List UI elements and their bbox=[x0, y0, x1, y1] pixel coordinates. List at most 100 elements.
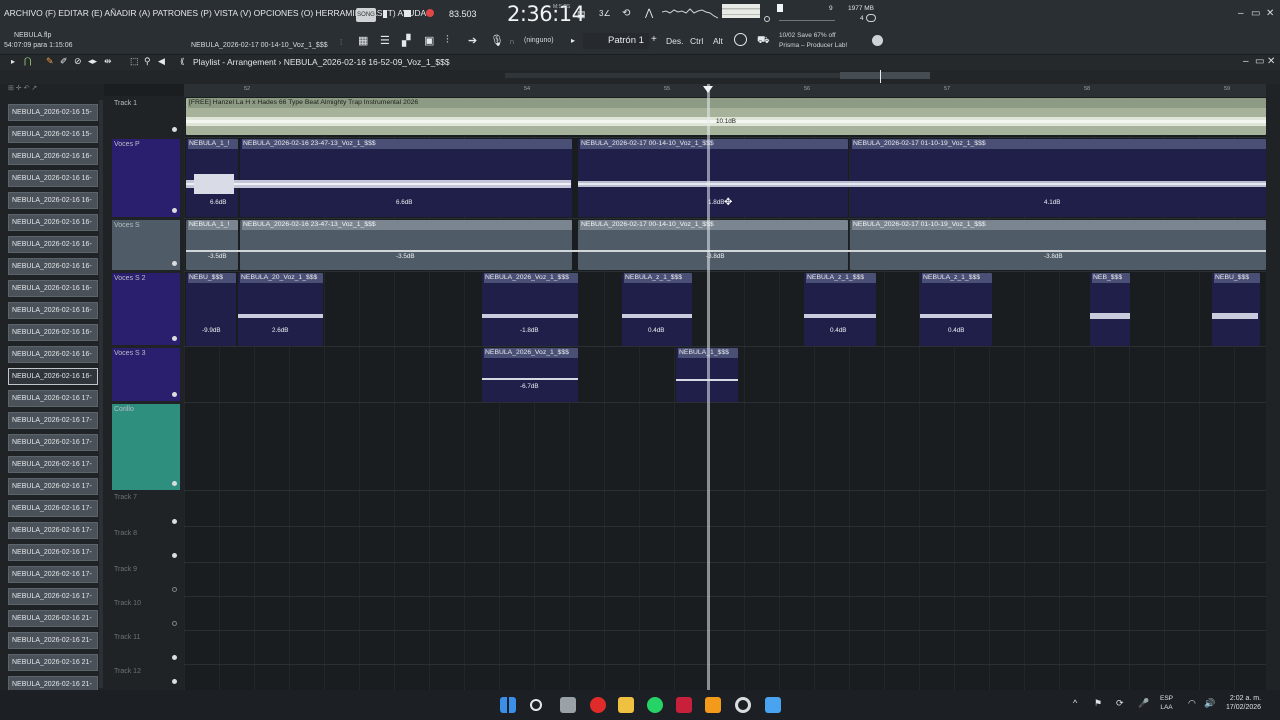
browser-item[interactable]: NEBULA_2026-02-16 16- bbox=[8, 302, 98, 319]
audio-clip-voces-s-1[interactable]: NEBULA_1_! -3.5dB bbox=[186, 220, 238, 270]
snap-icon[interactable]: 3∠ bbox=[599, 9, 611, 18]
browser-item[interactable]: NEBULA_2026-02-16 21- bbox=[8, 654, 98, 671]
tempo-display[interactable]: 83.503 bbox=[449, 9, 477, 19]
browser-icon[interactable]: ▣ bbox=[424, 34, 434, 47]
audio-clip-beat[interactable]: [FREE] Hanzel La H x Hades 66 Type Beat … bbox=[186, 98, 1266, 135]
browser-item[interactable]: NEBULA_2026-02-16 16- bbox=[8, 258, 98, 275]
arrow-right-icon[interactable]: ➔ bbox=[468, 34, 477, 47]
browser-item[interactable]: NEBULA_2026-02-16 16- bbox=[8, 280, 98, 297]
pl-arrow-icon[interactable]: ⟪ bbox=[180, 57, 184, 66]
audio-input-select[interactable]: (ninguno) bbox=[524, 37, 554, 44]
track-mute-dot[interactable] bbox=[172, 679, 177, 684]
stop-icon[interactable] bbox=[404, 10, 411, 17]
song-mode-badge[interactable]: SONG bbox=[356, 8, 376, 22]
track-mute-dot[interactable] bbox=[172, 261, 177, 266]
browser-scrollbar[interactable] bbox=[99, 100, 103, 688]
browser-item[interactable]: NEBULA_2026-02-16 16- bbox=[8, 236, 98, 253]
step-edit-icon[interactable]: ▤ bbox=[577, 9, 586, 20]
track-header[interactable]: Corillo bbox=[112, 404, 180, 490]
cart-icon[interactable]: ⛟ bbox=[757, 35, 770, 48]
undo-button[interactable]: Des. bbox=[666, 36, 683, 46]
channel-rack-icon[interactable]: ☰ bbox=[380, 34, 390, 47]
browser-item[interactable]: NEBULA_2026-02-16 16- bbox=[8, 192, 98, 209]
plugin-picker-icon[interactable] bbox=[734, 33, 747, 46]
delete-tool-icon[interactable]: ⊘ bbox=[74, 56, 82, 67]
task-view-icon[interactable] bbox=[560, 697, 576, 713]
notepad-icon[interactable] bbox=[765, 697, 781, 713]
browser-item[interactable]: NEBULA_2026-02-16 15- bbox=[8, 126, 98, 143]
browser-item[interactable]: NEBULA_2026-02-16 17- bbox=[8, 478, 98, 495]
track-mute-dot[interactable] bbox=[172, 519, 177, 524]
track-header[interactable]: Track 1 bbox=[112, 98, 180, 136]
tray-sync-icon[interactable]: ⟳ bbox=[1116, 698, 1124, 709]
loop-icon[interactable]: ⟲ bbox=[622, 8, 630, 19]
track-mute-dot[interactable] bbox=[172, 208, 177, 213]
microphone-icon[interactable]: 🎙 bbox=[490, 34, 504, 47]
news-subline[interactable]: Prisma – Producer Lab! bbox=[779, 42, 847, 49]
piano-roll-icon[interactable]: ▞ bbox=[402, 34, 410, 47]
playhead-line[interactable] bbox=[707, 84, 710, 690]
playhead-marker-icon[interactable] bbox=[703, 86, 713, 93]
search-icon[interactable] bbox=[530, 699, 542, 711]
browser-item[interactable]: NEBULA_2026-02-16 17- bbox=[8, 412, 98, 429]
track-header[interactable]: Track 10 bbox=[112, 598, 180, 630]
app-red-circle-icon[interactable] bbox=[590, 697, 606, 713]
tray-mic-icon[interactable]: 🎤 bbox=[1138, 698, 1149, 709]
browser-item[interactable]: NEBULA_2026-02-16 21- bbox=[8, 610, 98, 627]
track-header[interactable]: Track 9 bbox=[112, 564, 180, 596]
playback-tool-icon[interactable]: ◀ bbox=[158, 56, 165, 67]
panic-icon[interactable] bbox=[866, 14, 876, 22]
browser-item[interactable]: NEBULA_2026-02-16 17- bbox=[8, 500, 98, 517]
track-mute-dot[interactable] bbox=[172, 127, 177, 132]
pause-icon[interactable] bbox=[383, 10, 387, 18]
track-header[interactable]: Track 8 bbox=[112, 528, 180, 562]
mixer-icon[interactable]: ⫶ bbox=[446, 34, 449, 47]
audio-input-icon[interactable]: ∩ bbox=[509, 37, 515, 46]
playlist-menu-icon[interactable]: ▸ bbox=[11, 57, 15, 66]
record-icon[interactable] bbox=[426, 9, 434, 17]
overview-scroll-thumb[interactable] bbox=[840, 72, 930, 79]
browser-item[interactable]: NEBULA_2026-02-16 16- bbox=[8, 214, 98, 231]
track-header[interactable]: Voces S 3 bbox=[112, 348, 180, 401]
browser-item[interactable]: NEBULA_2026-02-16 16- bbox=[8, 148, 98, 165]
playlist-icon[interactable]: ▦ bbox=[358, 34, 368, 47]
browser-item[interactable]: NEBULA_2026-02-16 21- bbox=[8, 632, 98, 649]
timeline-ruler[interactable] bbox=[184, 84, 1266, 97]
browser-item[interactable]: NEBULA_2026-02-16 17- bbox=[8, 544, 98, 561]
file-explorer-icon[interactable] bbox=[618, 697, 634, 713]
track-header[interactable]: Voces P bbox=[112, 139, 180, 217]
windows-start-icon[interactable] bbox=[500, 697, 516, 713]
mute-tool-icon[interactable]: ◂▸ bbox=[88, 56, 97, 67]
track-mute-dot[interactable] bbox=[172, 621, 177, 626]
browser-item[interactable]: NEBULA_2026-02-16 17- bbox=[8, 390, 98, 407]
audio-clip-voces-s-2[interactable]: NEBULA_2026-02-16 23-47-13_Voz_1_$$$ -3.… bbox=[240, 220, 572, 270]
magnet-icon[interactable]: ⋂ bbox=[24, 56, 31, 67]
track-mute-dot[interactable] bbox=[172, 655, 177, 660]
browser-item[interactable]: NEBULA_2026-02-16 17- bbox=[8, 522, 98, 539]
keyboard-language[interactable]: ESP LAA bbox=[1160, 694, 1173, 712]
vertical-scrollbar[interactable] bbox=[1266, 84, 1280, 690]
browser-item[interactable]: NEBULA_2026-02-16 16- bbox=[8, 324, 98, 341]
add-pattern-icon[interactable]: + bbox=[651, 34, 657, 45]
browser-item[interactable]: NEBULA_2026-02-16 16- bbox=[8, 346, 98, 363]
browser-item[interactable]: NEBULA_2026-02-16 15- bbox=[8, 104, 98, 121]
tray-chevron-icon[interactable]: ^ bbox=[1073, 698, 1077, 708]
maximize-icon[interactable]: ▭ bbox=[1251, 8, 1260, 19]
chevron-right-icon[interactable]: ▸ bbox=[571, 36, 575, 45]
minimize-icon[interactable]: ‒ bbox=[1238, 8, 1244, 19]
track-header[interactable]: Track 11 bbox=[112, 632, 180, 664]
playlist-maximize-icon[interactable]: ▭ bbox=[1255, 56, 1264, 67]
tray-app-icon[interactable]: ⚑ bbox=[1094, 698, 1102, 709]
zoom-tool-icon[interactable]: ⚲ bbox=[144, 56, 151, 67]
track-mute-dot[interactable] bbox=[172, 392, 177, 397]
volume-icon[interactable]: 🔊 bbox=[1204, 698, 1215, 709]
draw-tool-icon[interactable]: ✎ bbox=[46, 56, 54, 67]
metronome-icon[interactable]: ⋀ bbox=[645, 8, 653, 19]
browser-item[interactable]: NEBULA_2026-02-16 17- bbox=[8, 566, 98, 583]
browser-item[interactable]: NEBULA_2026-02-16 16- bbox=[8, 368, 98, 385]
track-mute-dot[interactable] bbox=[172, 336, 177, 341]
paint-tool-icon[interactable]: ✐ bbox=[60, 56, 68, 67]
whatsapp-icon[interactable] bbox=[647, 697, 663, 713]
audio-clip-voces-s-3[interactable]: NEBULA_2026-02-17 00-14-10_Voz_1_$$$ -3.… bbox=[578, 220, 848, 270]
image-line-logo-icon[interactable] bbox=[872, 35, 883, 46]
